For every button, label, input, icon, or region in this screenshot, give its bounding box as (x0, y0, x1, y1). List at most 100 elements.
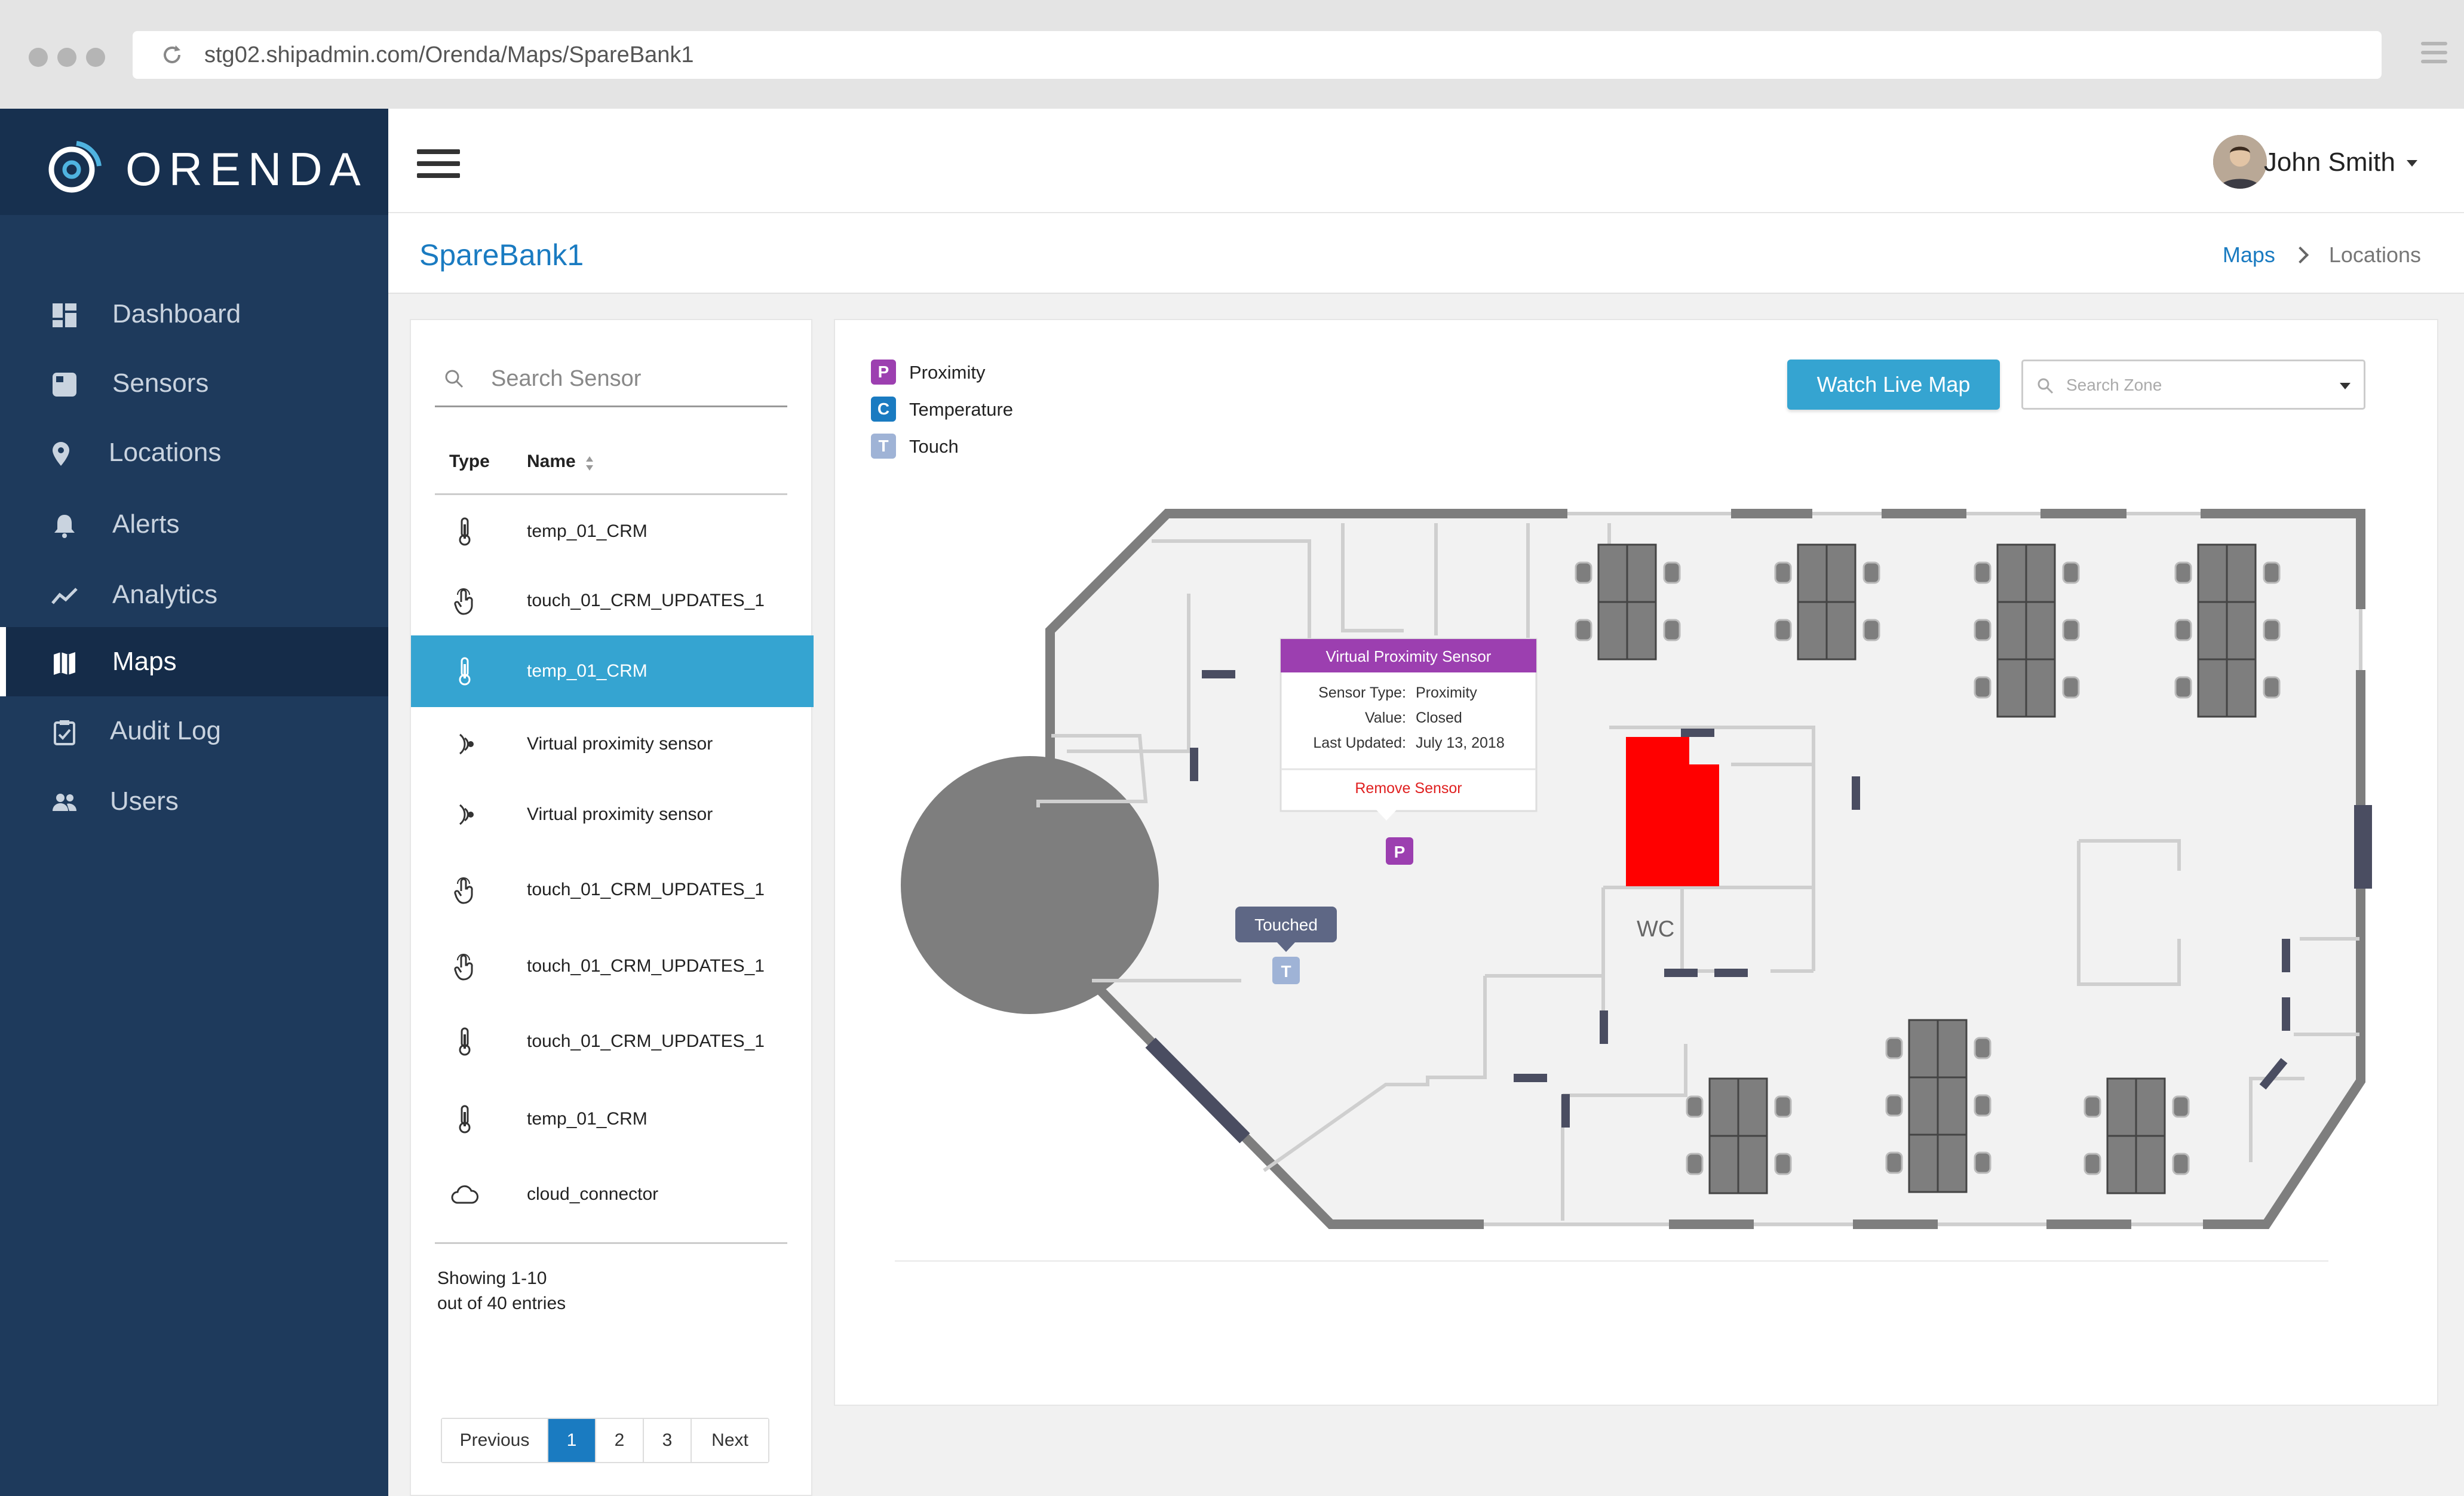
bell-icon (54, 515, 75, 538)
window-maximize-dot[interactable] (86, 48, 105, 67)
brand-name: ORENDA (125, 143, 368, 195)
sensor-name: temp_01_CRM (527, 661, 648, 681)
desk-cluster (2174, 543, 2281, 718)
desk-cluster (1974, 543, 2080, 718)
proximity-sensor-marker[interactable]: P (1386, 837, 1413, 865)
popup-title: Virtual Proximity Sensor (1326, 647, 1492, 665)
sidebar-item-dashboard[interactable]: Dashboard (0, 279, 388, 349)
sensor-name: touch_01_CRM_UPDATES_1 (527, 591, 765, 610)
table-row[interactable]: touch_01_CRM_UPDATES_1 (411, 565, 814, 637)
room-label-wc: WC (1637, 917, 1674, 942)
floor-plan[interactable]: WC Virtual Proximity Sensor Sensor Type:… (835, 320, 2440, 1407)
legend-chip-touch: T (871, 434, 896, 459)
sensor-name: touch_01_CRM_UPDATES_1 (527, 880, 765, 899)
pagination-page-2[interactable]: 2 (596, 1419, 644, 1462)
breadcrumb: Maps Locations (2223, 213, 2421, 297)
map-icon (54, 652, 75, 675)
sidebar: ORENDA Dashboard Sensors Locations Alert… (0, 109, 388, 1496)
table-row[interactable]: touch_01_CRM_UPDATES_1 (411, 930, 814, 1002)
sensor-name: touch_01_CRM_UPDATES_1 (527, 1031, 765, 1051)
sidebar-item-users[interactable]: Users (0, 767, 388, 836)
pagination-next-button[interactable]: Next (692, 1419, 768, 1462)
menu-toggle-icon[interactable] (417, 149, 460, 178)
table-row[interactable]: touch_01_CRM_UPDATES_1 (411, 1006, 814, 1077)
column-header-name[interactable]: Name (527, 451, 576, 472)
browser-chrome: stg02.shipadmin.com/Orenda/Maps/SpareBan… (0, 0, 2464, 109)
search-icon (2038, 378, 2054, 394)
orenda-logo-icon (48, 141, 102, 193)
page-title: SpareBank1 (419, 238, 584, 272)
sidebar-item-locations[interactable]: Locations (0, 418, 388, 487)
pagination: Previous 1 2 3 Next (441, 1418, 769, 1463)
sidebar-item-label: Dashboard (112, 299, 241, 328)
sidebar-item-maps[interactable]: Maps (0, 627, 388, 696)
sensor-list-panel: Search Sensor Type Name temp_01_CRM touc… (410, 319, 814, 1496)
search-icon (445, 370, 464, 388)
zone-search-placeholder: Search Zone (2066, 376, 2162, 394)
sidebar-item-label: Alerts (112, 509, 180, 539)
table-row[interactable]: Virtual proximity sensor (411, 708, 814, 780)
dashboard-icon (53, 303, 76, 327)
legend-label: Touch (909, 436, 959, 457)
column-header-type: Type (449, 451, 490, 471)
entries-total: out of 40 entries (437, 1294, 566, 1313)
table-footer-divider (435, 1242, 787, 1244)
remove-sensor-button[interactable]: Remove Sensor (1355, 780, 1462, 797)
sidebar-item-sensors[interactable]: Sensors (0, 349, 388, 418)
chevron-right-icon (2291, 246, 2309, 264)
table-row[interactable]: cloud_connector (411, 1159, 814, 1230)
map-divider (895, 1260, 2328, 1262)
sidebar-item-alerts[interactable]: Alerts (0, 490, 388, 559)
sort-icon[interactable] (584, 454, 595, 473)
zone-search-select[interactable]: Search Zone (2021, 360, 2365, 410)
popup-updated-value: July 13, 2018 (1416, 735, 1505, 751)
table-header-divider (435, 493, 787, 495)
touch-icon (454, 877, 473, 904)
reload-icon[interactable] (159, 42, 185, 68)
table-row[interactable]: touch_01_CRM_UPDATES_1 (411, 854, 814, 926)
sidebar-item-analytics[interactable]: Analytics (0, 560, 388, 629)
window-minimize-dot[interactable] (57, 48, 76, 67)
proximity-icon (459, 804, 474, 825)
analytics-icon (51, 588, 78, 604)
entries-range: Showing 1-10 (437, 1268, 547, 1288)
touch-sensor-marker[interactable]: T (1272, 957, 1300, 984)
users-icon (53, 794, 76, 811)
sensor-icon (53, 373, 76, 397)
avatar[interactable] (2213, 135, 2267, 189)
pagination-page-3[interactable]: 3 (644, 1419, 692, 1462)
sidebar-item-label: Locations (109, 438, 222, 467)
pagination-page-1[interactable]: 1 (548, 1419, 596, 1462)
round-room (901, 756, 1159, 1014)
table-row[interactable]: temp_01_CRM (411, 1083, 814, 1155)
location-pin-icon (53, 442, 69, 466)
legend-chip-proximity: P (871, 360, 896, 385)
user-menu-caret-icon[interactable] (2407, 160, 2417, 167)
entries-summary: Showing 1-10 out of 40 entries (437, 1266, 566, 1316)
popup-value-label: Value: (1365, 709, 1406, 726)
breadcrumb-maps[interactable]: Maps (2223, 242, 2275, 267)
table-row[interactable]: Virtual proximity sensor (411, 779, 814, 850)
pagination-previous-button[interactable]: Previous (442, 1419, 548, 1462)
popup-type-label: Sensor Type: (1318, 684, 1406, 701)
sidebar-item-label: Analytics (112, 580, 218, 609)
table-row[interactable]: temp_01_CRM (411, 496, 814, 567)
touch-icon (454, 954, 473, 981)
chevron-down-icon[interactable] (2340, 383, 2351, 389)
proximity-marker-label: P (1394, 843, 1406, 861)
user-name[interactable]: John Smith (2264, 109, 2395, 216)
window-close-dot[interactable] (29, 48, 48, 67)
address-bar[interactable]: stg02.shipadmin.com/Orenda/Maps/SpareBan… (133, 31, 2382, 79)
legend-label: Temperature (909, 399, 1014, 420)
url-text[interactable]: stg02.shipadmin.com/Orenda/Maps/SpareBan… (204, 31, 694, 79)
sensor-name: temp_01_CRM (527, 521, 648, 541)
sensor-search-input[interactable]: Search Sensor (435, 350, 787, 407)
sidebar-item-audit-log[interactable]: Audit Log (0, 696, 388, 766)
popup-value-value: Closed (1416, 709, 1462, 726)
desk-cluster (1885, 1019, 1992, 1193)
thermometer-icon (459, 1027, 471, 1056)
browser-menu-icon[interactable] (2421, 42, 2447, 68)
table-row-selected[interactable]: temp_01_CRM (411, 635, 814, 707)
thermometer-icon (459, 1105, 471, 1133)
watch-live-map-button[interactable]: Watch Live Map (1787, 360, 2000, 410)
